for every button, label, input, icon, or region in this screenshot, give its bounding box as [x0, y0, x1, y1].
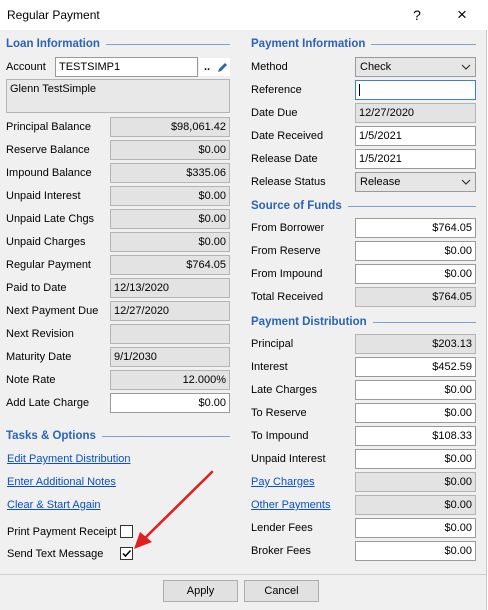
edit-payment-distribution-link[interactable]: Edit Payment Distribution	[7, 453, 131, 465]
late-charges-input[interactable]: $0.00	[355, 380, 476, 400]
enter-additional-notes-link[interactable]: Enter Additional Notes	[7, 476, 116, 488]
account-browse-button[interactable]: ..	[199, 58, 215, 76]
unpaid-late-chgs-value: $0.00	[110, 209, 230, 229]
unpaid-interest-value: $0.00	[110, 186, 230, 206]
next-payment-due-value: 12/27/2020	[110, 301, 230, 321]
paid-to-date-value: 12/13/2020	[110, 278, 230, 298]
paid-to-date-label: Paid to Date	[6, 282, 67, 294]
source-of-funds-header: Source of Funds	[251, 200, 476, 212]
maturity-date-label: Maturity Date	[6, 351, 72, 363]
title-bar: Regular Payment ? ×	[0, 0, 486, 30]
to-impound-input[interactable]: $108.33	[355, 426, 476, 446]
dist-unpaid-interest-label: Unpaid Interest	[251, 453, 326, 465]
help-icon: ?	[413, 7, 421, 23]
chevron-down-icon	[461, 64, 471, 70]
payment-information-header: Payment Information	[251, 38, 476, 50]
close-button[interactable]: ×	[444, 3, 480, 27]
other-payments-link[interactable]: Other Payments	[251, 499, 330, 511]
unpaid-charges-label: Unpaid Charges	[6, 236, 86, 248]
annotation-arrow	[134, 470, 214, 549]
pay-charges-link[interactable]: Pay Charges	[251, 476, 315, 488]
regular-payment-value: $764.05	[110, 255, 230, 275]
text-cursor	[359, 84, 360, 96]
dist-unpaid-interest-input[interactable]: $0.00	[355, 449, 476, 469]
unpaid-interest-label: Unpaid Interest	[6, 190, 81, 202]
method-label: Method	[251, 61, 288, 73]
unpaid-late-chgs-label: Unpaid Late Chgs	[6, 213, 95, 225]
help-button[interactable]: ?	[399, 3, 435, 27]
release-date-input[interactable]: 1/5/2021	[355, 149, 476, 169]
print-payment-receipt-label: Print Payment Receipt	[7, 526, 117, 538]
next-revision-label: Next Revision	[6, 328, 74, 340]
date-received-label: Date Received	[251, 130, 324, 142]
to-reserve-input[interactable]: $0.00	[355, 403, 476, 423]
close-icon: ×	[457, 5, 467, 24]
account-label: Account	[6, 61, 46, 73]
from-impound-input[interactable]: $0.00	[355, 264, 476, 284]
from-reserve-input[interactable]: $0.00	[355, 241, 476, 261]
broker-fees-input[interactable]: $0.00	[355, 541, 476, 561]
reserve-balance-label: Reserve Balance	[6, 144, 90, 156]
method-select[interactable]: Check	[355, 57, 476, 77]
release-status-label: Release Status	[251, 176, 326, 188]
account-edit-button[interactable]	[214, 58, 230, 76]
note-rate-value: 12.000%	[110, 370, 230, 390]
broker-fees-label: Broker Fees	[251, 545, 311, 557]
date-due-value: 12/27/2020	[355, 103, 476, 123]
clear-start-again-link[interactable]: Clear & Start Again	[7, 499, 101, 511]
principal-label: Principal	[251, 338, 294, 350]
next-revision-value	[110, 324, 230, 344]
late-charges-label: Late Charges	[251, 384, 318, 396]
other-payments-value: $0.00	[355, 495, 476, 515]
date-due-label: Date Due	[251, 107, 298, 119]
maturity-date-value: 9/1/2030	[110, 347, 230, 367]
add-late-charge-label: Add Late Charge	[6, 397, 90, 409]
total-received-label: Total Received	[251, 291, 324, 303]
lender-fees-label: Lender Fees	[251, 522, 313, 534]
from-impound-label: From Impound	[251, 268, 323, 280]
from-reserve-label: From Reserve	[251, 245, 321, 257]
reserve-balance-value: $0.00	[110, 140, 230, 160]
cancel-button[interactable]: Cancel	[244, 580, 319, 602]
regular-payment-label: Regular Payment	[6, 259, 91, 271]
loan-information-header: Loan Information	[6, 38, 230, 50]
pay-charges-value: $0.00	[355, 472, 476, 492]
window-title: Regular Payment	[7, 8, 100, 22]
interest-input[interactable]: $452.59	[355, 357, 476, 377]
borrower-name: Glenn TestSimple	[6, 79, 230, 113]
to-impound-label: To Impound	[251, 430, 309, 442]
principal-balance-value: $98,061.42	[110, 117, 230, 137]
tasks-options-header: Tasks & Options	[6, 430, 230, 442]
account-input[interactable]: TESTSIMP1	[55, 57, 198, 77]
method-value: Check	[360, 61, 392, 73]
lender-fees-input[interactable]: $0.00	[355, 518, 476, 538]
impound-balance-label: Impound Balance	[6, 167, 92, 179]
add-late-charge-input[interactable]: $0.00	[110, 393, 230, 413]
principal-value: $203.13	[355, 334, 476, 354]
release-status-select[interactable]: Release	[355, 172, 476, 192]
chevron-down-icon	[461, 179, 471, 185]
payment-distribution-header: Payment Distribution	[251, 316, 476, 328]
footer-divider	[0, 574, 487, 575]
impound-balance-value: $335.06	[110, 163, 230, 183]
send-text-message-label: Send Text Message	[7, 548, 104, 560]
next-payment-due-label: Next Payment Due	[6, 305, 99, 317]
pencil-icon	[217, 62, 227, 72]
to-reserve-label: To Reserve	[251, 407, 307, 419]
reference-label: Reference	[251, 84, 302, 96]
date-received-input[interactable]: 1/5/2021	[355, 126, 476, 146]
note-rate-label: Note Rate	[6, 374, 56, 386]
from-borrower-input[interactable]: $764.05	[355, 218, 476, 238]
release-date-label: Release Date	[251, 153, 318, 165]
from-borrower-label: From Borrower	[251, 222, 325, 234]
unpaid-charges-value: $0.00	[110, 232, 230, 252]
apply-button[interactable]: Apply	[163, 580, 238, 602]
total-received-value: $764.05	[355, 287, 476, 307]
release-status-value: Release	[360, 176, 401, 188]
reference-input[interactable]	[355, 80, 476, 100]
principal-balance-label: Principal Balance	[6, 121, 91, 133]
interest-label: Interest	[251, 361, 288, 373]
